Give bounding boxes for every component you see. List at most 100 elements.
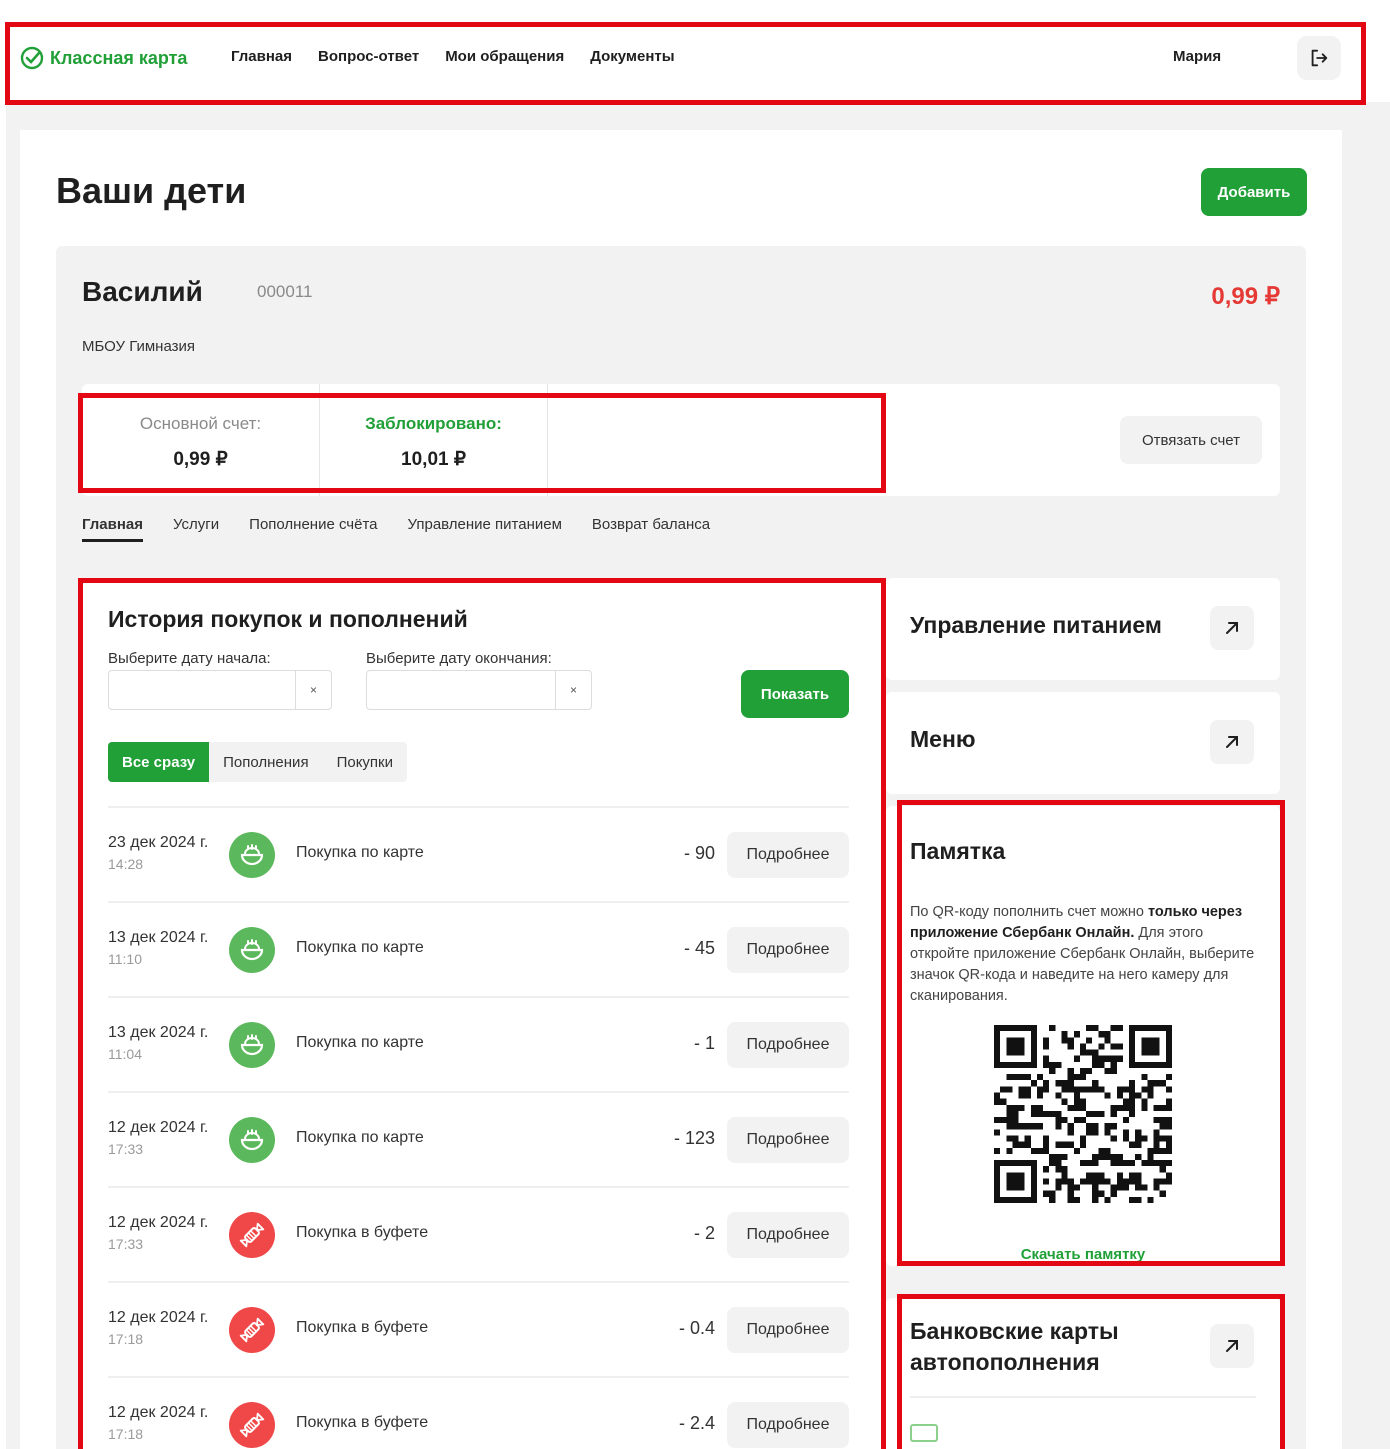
transaction-description: Покупка по карте [296, 844, 424, 861]
transaction-row: 12 дек 2024 г. 17:18 Покупка в буфете - 2.4… [108, 1376, 849, 1449]
transaction-amount: - 1 [693, 1033, 715, 1053]
transaction-time: 14:28 [108, 856, 144, 872]
school-name: МБОУ Гимназия [82, 338, 196, 355]
details-button[interactable]: Подробнее [727, 1117, 849, 1163]
menu-open-button[interactable] [1210, 720, 1254, 764]
details-button[interactable]: Подробнее [727, 1307, 849, 1353]
app-window: Классная карта Главная Вопрос-ответ Мои … [6, 10, 1390, 1449]
nutrition-card[interactable]: Управление питанием [886, 578, 1280, 680]
child-id: 000011 [257, 282, 313, 301]
food-bowl-icon [229, 927, 275, 973]
transaction-row: 13 дек 2024 г. 11:10 Покупка по карте - 45 П… [108, 901, 849, 996]
transaction-time: 17:33 [108, 1236, 144, 1252]
tab-nutrition[interactable]: Управление питанием [408, 516, 562, 542]
logout-button[interactable] [1297, 36, 1341, 80]
nutrition-title: Управление питанием [910, 612, 1162, 638]
top-header: Классная карта Главная Вопрос-ответ Мои … [6, 10, 1390, 102]
transaction-amount: - 2 [693, 1223, 715, 1243]
main-nav: Главная Вопрос-ответ Мои обращения Докум… [231, 48, 675, 65]
filter-purchases[interactable]: Покупки [323, 742, 407, 782]
logout-icon [1311, 49, 1328, 67]
accounts-panel: Основной счет: 0,99 ₽ Заблокировано: 10,… [82, 384, 1280, 496]
nav-item-faq[interactable]: Вопрос-ответ [318, 48, 419, 65]
nutrition-open-button[interactable] [1210, 606, 1254, 650]
transaction-row: 12 дек 2024 г. 17:33 Покупка по карте - 123… [108, 1091, 849, 1186]
menu-card[interactable]: Меню [886, 692, 1280, 794]
transaction-date: 12 дек 2024 г. [108, 1309, 209, 1326]
tab-refund[interactable]: Возврат баланса [592, 516, 710, 542]
transaction-date: 12 дек 2024 г. [108, 1119, 209, 1136]
tab-services[interactable]: Услуги [173, 516, 219, 542]
bank-card-icon [910, 1424, 938, 1442]
transactions-list: 23 дек 2024 г. 14:28 Покупка по карте - 90 П… [108, 806, 849, 1449]
download-memo-link[interactable]: Скачать памятку [886, 1246, 1280, 1263]
transaction-description: Покупка в буфете [296, 1319, 429, 1336]
child-panel: Василий 000011 0,99 ₽ МБОУ Гимназия Осно… [56, 246, 1306, 1449]
candy-icon [229, 1307, 275, 1353]
qr-code [994, 1025, 1172, 1203]
memo-title: Памятка [910, 838, 1006, 864]
blocked-account: Заблокировано: 10,01 ₽ [320, 384, 548, 496]
details-button[interactable]: Подробнее [727, 927, 849, 973]
transaction-description: Покупка в буфете [296, 1224, 429, 1241]
memo-text: По QR-коду пополнить счет можно только ч… [910, 904, 1255, 1004]
filter-top-ups[interactable]: Пополнения [209, 742, 322, 782]
bank-cards-open-button[interactable] [1210, 1324, 1254, 1368]
transaction-date: 12 дек 2024 г. [108, 1404, 209, 1421]
user-name[interactable]: Мария [1173, 48, 1221, 65]
food-bowl-icon [229, 832, 275, 878]
transaction-date: 12 дек 2024 г. [108, 1214, 209, 1231]
transaction-time: 17:33 [108, 1141, 144, 1157]
transaction-date: 13 дек 2024 г. [108, 1024, 209, 1041]
tab-home[interactable]: Главная [82, 516, 144, 542]
arrow-up-right-icon [1226, 622, 1238, 634]
transaction-amount: - 45 [683, 938, 715, 958]
transaction-time: 17:18 [108, 1331, 144, 1347]
add-child-button[interactable]: Добавить [1201, 168, 1307, 216]
end-date-clear-button[interactable]: × [555, 671, 591, 709]
nav-item-home[interactable]: Главная [231, 48, 292, 65]
filter-all[interactable]: Все сразу [108, 742, 210, 782]
divider [910, 1396, 1256, 1398]
logo-check-icon [20, 46, 44, 70]
nav-item-documents[interactable]: Документы [590, 48, 674, 65]
details-button[interactable]: Подробнее [727, 832, 849, 878]
bank-cards-card[interactable]: Банковские карты автопополнения [886, 1298, 1280, 1449]
transaction-description: Покупка по карте [296, 1129, 424, 1146]
transaction-time: 11:10 [108, 951, 142, 967]
main-account: Основной счет: 0,99 ₽ [82, 384, 320, 496]
transaction-amount: - 0.4 [678, 1318, 715, 1338]
transaction-time: 17:18 [108, 1426, 144, 1442]
transaction-time: 11:04 [108, 1046, 142, 1062]
transaction-amount: - 90 [683, 843, 715, 863]
transaction-description: Покупка в буфете [296, 1414, 429, 1431]
page-title: Ваши дети [56, 170, 247, 211]
history-filter: Все сразу Пополнения Покупки [108, 742, 407, 782]
transaction-row: 13 дек 2024 г. 11:04 Покупка по карте - 1 По… [108, 996, 849, 1091]
main-account-value: 0,99 ₽ [173, 449, 228, 470]
end-date-label: Выберите дату окончания: [366, 650, 552, 667]
transaction-description: Покупка по карте [296, 939, 424, 956]
transaction-row: 12 дек 2024 г. 17:18 Покупка в буфете - 0.4… [108, 1281, 849, 1376]
candy-icon [229, 1212, 275, 1258]
start-date-input[interactable]: × [108, 670, 332, 710]
details-button[interactable]: Подробнее [727, 1212, 849, 1258]
transaction-row: 12 дек 2024 г. 17:33 Покупка в буфете - 2 По… [108, 1186, 849, 1281]
start-date-clear-button[interactable]: × [295, 671, 331, 709]
details-button[interactable]: Подробнее [727, 1022, 849, 1068]
blocked-account-label: Заблокировано: [365, 414, 502, 433]
show-button[interactable]: Показать [741, 670, 849, 718]
child-name: Василий [82, 276, 203, 307]
transaction-description: Покупка по карте [296, 1034, 424, 1051]
child-tabs: Главная Услуги Пополнение счёта Управлен… [82, 516, 710, 542]
unlink-account-button[interactable]: Отвязать счет [1120, 416, 1262, 464]
end-date-input[interactable]: × [366, 670, 592, 710]
main-account-label: Основной счет: [139, 414, 262, 433]
details-button[interactable]: Подробнее [727, 1402, 849, 1448]
arrow-up-right-icon [1226, 1340, 1238, 1352]
logo[interactable]: Классная карта [20, 46, 187, 70]
tab-top-up[interactable]: Пополнение счёта [249, 516, 377, 542]
nav-item-requests[interactable]: Мои обращения [445, 48, 564, 65]
candy-icon [229, 1402, 275, 1448]
child-balance: 0,99 ₽ [1211, 283, 1280, 310]
